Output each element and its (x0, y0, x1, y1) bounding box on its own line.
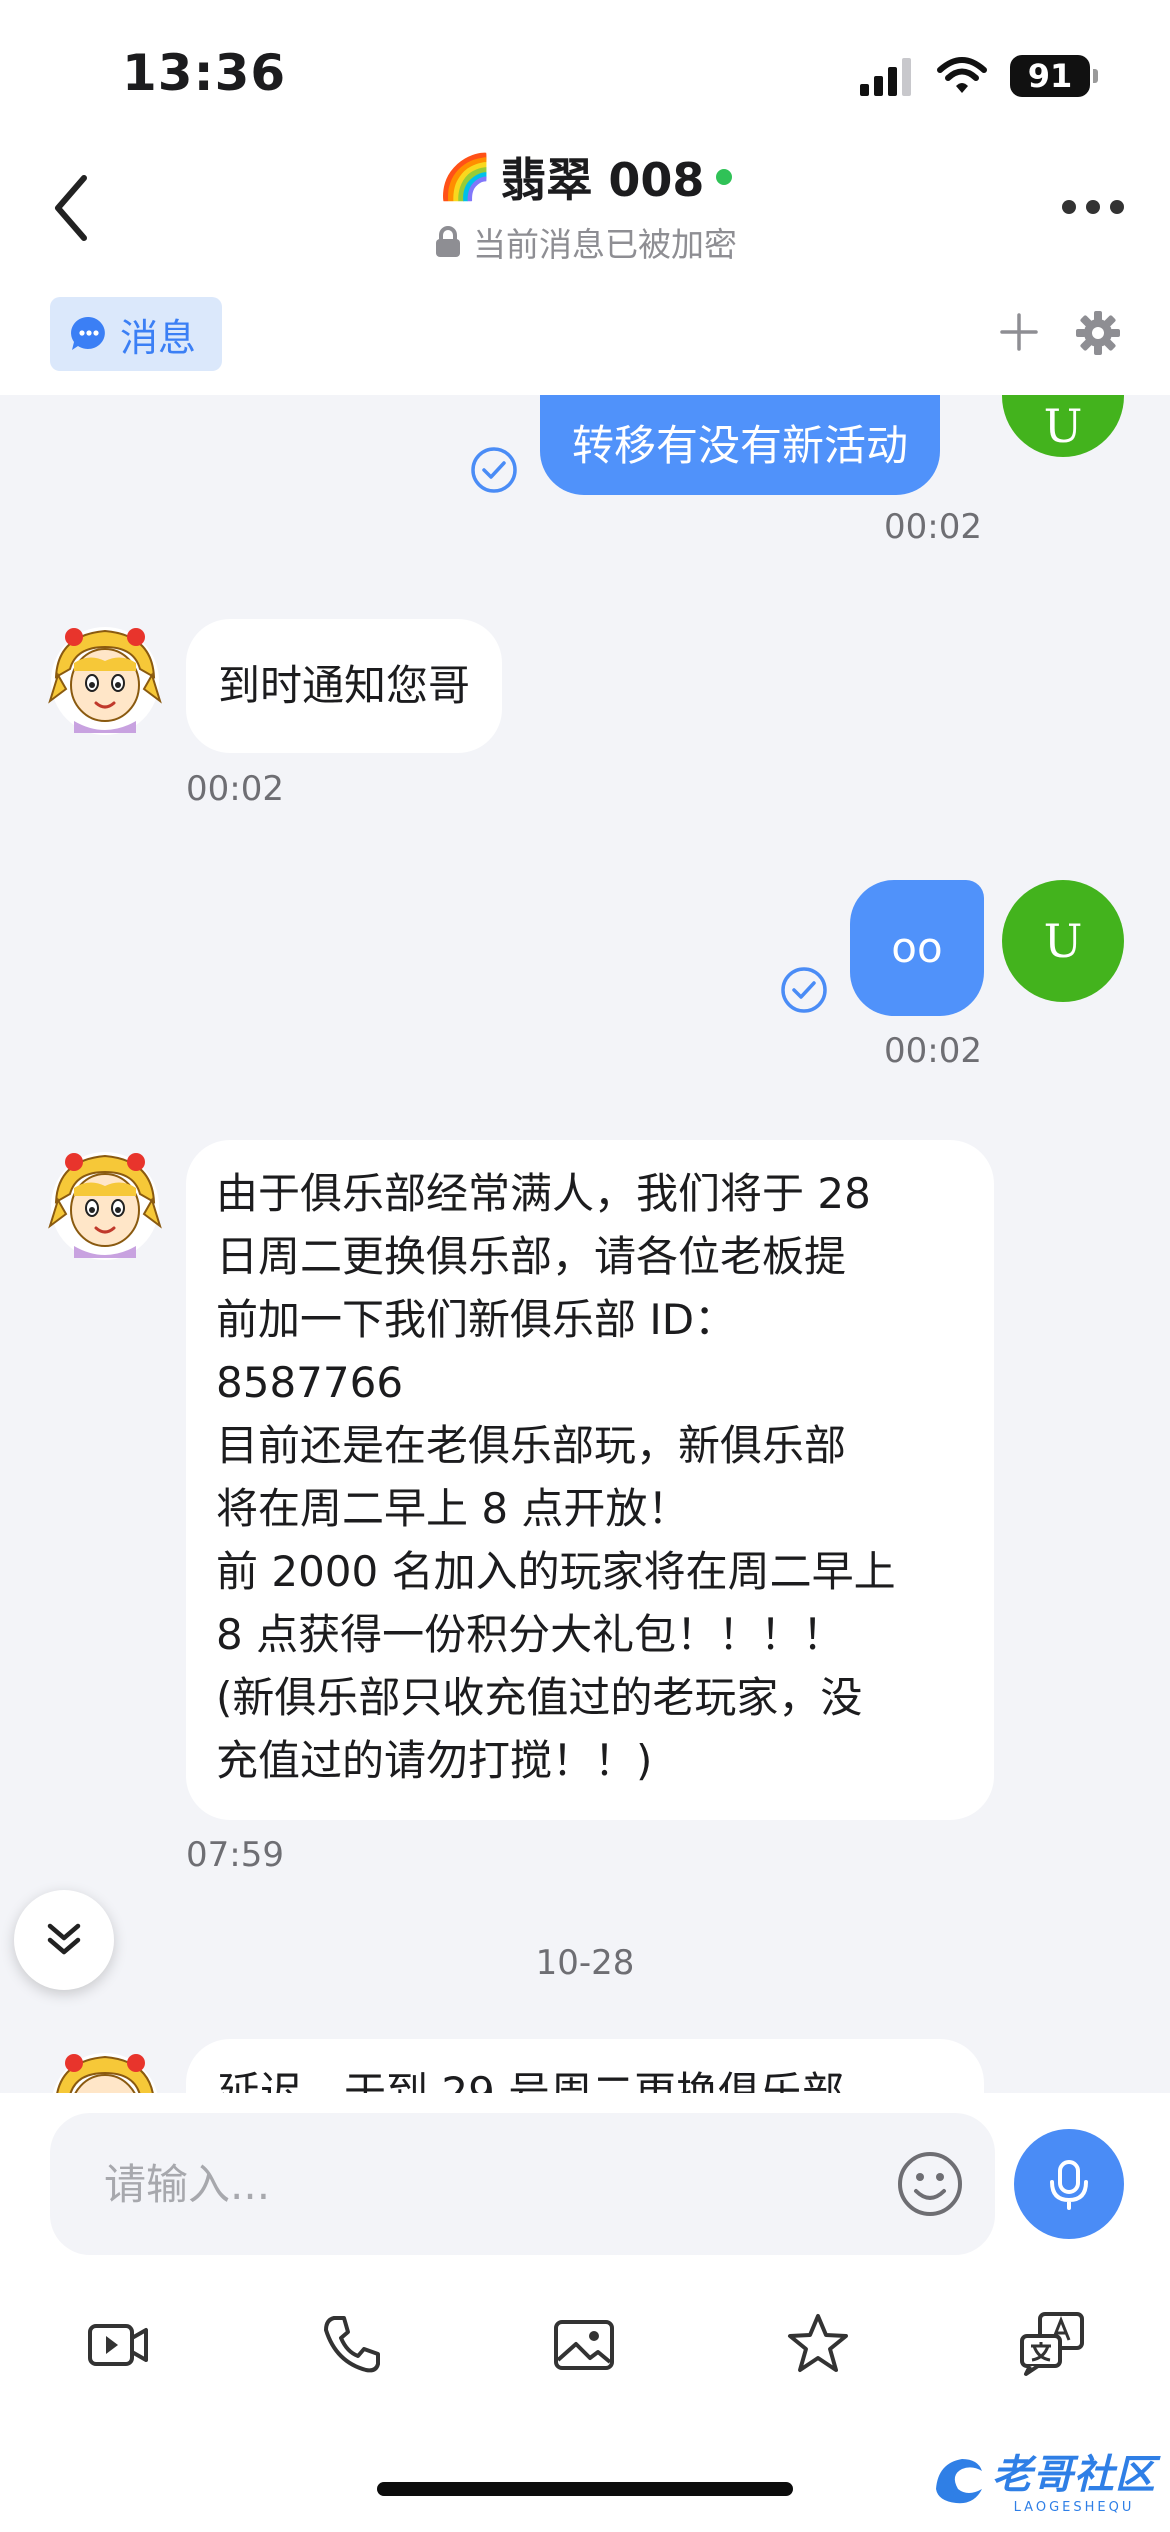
message-line: 由于俱乐部经常满人，我们将于 28 (216, 1169, 871, 1218)
user-avatar[interactable]: U (1002, 395, 1124, 457)
title-block: 🌈 翡翠 008 当前消息已被加密 (0, 140, 1170, 266)
message-line: 充值过的请勿打搅！！) (216, 1736, 653, 1785)
translate-icon[interactable] (1016, 2308, 1088, 2380)
more-options-button[interactable] (1062, 192, 1126, 222)
message-bubble-outgoing[interactable]: oo (850, 880, 984, 1016)
phone-icon[interactable] (316, 2308, 388, 2380)
online-status-dot (716, 169, 733, 185)
message-text: 转移有没有新活动 (572, 421, 909, 470)
watermark-text: 老哥社区 (992, 2452, 1156, 2498)
message-line: 日周二更换俱乐部，请各位老板提 (216, 1232, 847, 1281)
rainbow-emoji: 🌈 (437, 152, 493, 203)
double-chevron-down-icon (47, 1923, 81, 1955)
wifi-icon (937, 57, 987, 93)
message-text: oo (891, 923, 943, 972)
message-line: 将在周二早上 8 点开放！ (216, 1484, 690, 1533)
message-line: (新俱乐部只收充值过的老玩家，没 (216, 1673, 863, 1722)
user-avatar[interactable]: U (1002, 880, 1124, 1002)
scroll-to-bottom-button[interactable] (14, 1890, 114, 1990)
contact-title[interactable]: 🌈 翡翠 008 (438, 144, 733, 210)
message-line: 8587766 (216, 1358, 404, 1407)
message-line: 前加一下我们新俱乐部 ID： (216, 1295, 737, 1344)
status-bar: 13:36 91 (0, 0, 1170, 140)
message-text: 延迟，于到 29 号周二更换俱乐部 (218, 2068, 845, 2093)
watermark: 老哥社区 LAOGESHEQU (928, 2442, 1156, 2515)
avatar-letter: U (1043, 399, 1083, 453)
message-list[interactable]: 转移有没有新活动 U 00:02 到时通知您哥 00:02 oo U 00:02 (0, 395, 1170, 2093)
tab-messages-label: 消息 (120, 315, 197, 360)
read-receipt-check-icon (781, 967, 827, 1013)
status-time: 13:36 (122, 44, 287, 102)
message-bubble-incoming[interactable]: 延迟，于到 29 号周二更换俱乐部 (186, 2039, 984, 2093)
message-line: 目前还是在老俱乐部玩，新俱乐部 (216, 1421, 847, 1470)
avatar-letter: U (1043, 914, 1083, 968)
message-line: 前 2000 名加入的玩家将在周二早上 (216, 1547, 896, 1596)
composer-toolbar (0, 2308, 1170, 2388)
status-icons: 91 (858, 52, 1098, 100)
microphone-icon (1050, 2160, 1088, 2210)
lock-icon (436, 226, 460, 257)
message-text: 到时通知您哥 (218, 661, 471, 710)
add-tab-icon[interactable] (996, 309, 1042, 355)
video-icon[interactable] (82, 2308, 154, 2380)
image-icon[interactable] (548, 2308, 620, 2380)
message-line: 8 点获得一份积分大礼包！！！！ (216, 1610, 845, 1659)
watermark-subtext: LAOGESHEQU (1013, 2500, 1135, 2515)
more-dot-icon (1110, 200, 1124, 214)
more-dot-icon (1062, 200, 1076, 214)
message-bubble-incoming[interactable]: 由于俱乐部经常满人，我们将于 28 日周二更换俱乐部，请各位老板提 前加一下我们… (186, 1140, 994, 1820)
battery-level: 91 (1027, 57, 1073, 95)
message-timestamp: 00:02 (884, 507, 982, 547)
message-bubble-incoming[interactable]: 到时通知您哥 (186, 619, 503, 753)
agent-avatar[interactable] (44, 1142, 166, 1264)
emoji-icon[interactable] (895, 2149, 965, 2219)
input-placeholder: 请输入... (104, 2160, 271, 2209)
message-input[interactable]: 请输入... (50, 2113, 995, 2255)
agent-avatar[interactable] (44, 2043, 166, 2093)
encryption-text: 当前消息已被加密 (473, 225, 737, 264)
dragon-logo-icon (936, 2458, 982, 2503)
message-timestamp: 00:02 (186, 769, 284, 809)
read-receipt-check-icon (471, 447, 517, 493)
voice-input-button[interactable] (1014, 2129, 1124, 2239)
star-icon[interactable] (782, 2308, 854, 2380)
gear-icon[interactable] (1074, 309, 1122, 357)
chat-bubble-icon (71, 316, 105, 350)
cellular-signal-icon (860, 58, 911, 96)
agent-avatar[interactable] (44, 617, 166, 739)
date-divider: 10-28 (535, 1943, 635, 1983)
battery-indicator: 91 (1010, 55, 1098, 97)
message-timestamp: 00:02 (884, 1031, 982, 1071)
chat-header: 🌈 翡翠 008 当前消息已被加密 (0, 140, 1170, 295)
tab-messages[interactable]: 消息 (50, 297, 222, 371)
message-bubble-outgoing[interactable]: 转移有没有新活动 (540, 395, 941, 495)
encryption-notice: 当前消息已被加密 (0, 218, 1170, 266)
more-dot-icon (1086, 200, 1100, 214)
watermark-text-block: 老哥社区 LAOGESHEQU (992, 2442, 1156, 2515)
message-timestamp: 07:59 (186, 1835, 284, 1875)
home-indicator (377, 2482, 793, 2496)
contact-name: 翡翠 008 (500, 153, 705, 207)
chat-tabbar: 消息 (0, 295, 1170, 395)
